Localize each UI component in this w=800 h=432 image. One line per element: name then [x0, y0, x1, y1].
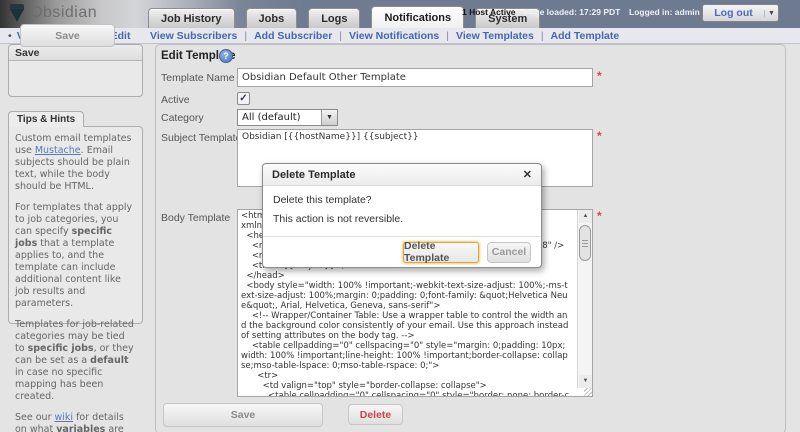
template-name-input[interactable]	[237, 68, 593, 87]
body-template-scrollbar[interactable]: ▲ ▼	[577, 210, 592, 388]
dropdown-arrow-icon: ▼	[321, 110, 337, 125]
page-loaded-label: Page loaded: 17:29 PDT	[524, 7, 620, 17]
tab-notifications[interactable]: Notifications	[371, 6, 464, 28]
close-icon[interactable]: ✕	[523, 168, 532, 181]
save-panel-title: Save	[9, 45, 142, 61]
category-label: Category	[161, 112, 204, 124]
delete-button[interactable]: Delete	[348, 404, 403, 425]
tip-link[interactable]: wiki	[55, 412, 74, 423]
chevron-down-icon: ▼	[764, 10, 778, 17]
subnav-links: View Subscribers | Add Subscriber | View…	[150, 30, 619, 42]
delete-template-dialog: Delete Template ✕ Delete this template? …	[262, 163, 542, 268]
link-add-subscriber[interactable]: Add Subscriber	[254, 30, 332, 42]
tip-text: specific jobs	[28, 343, 94, 354]
tips-panel: Custom email templates use Mustache. Ema…	[8, 126, 143, 324]
active-label: Active	[161, 94, 190, 106]
tips-panel-title: Tips & Hints	[8, 111, 84, 127]
scroll-up-icon[interactable]: ▲	[579, 210, 592, 223]
host-status: 1 Host Active	[462, 7, 516, 17]
tip-text: default	[90, 355, 128, 366]
save-panel: Save	[8, 44, 143, 97]
tip-link[interactable]: Mustache	[35, 145, 81, 156]
subject-template-label: Subject Template	[161, 132, 241, 144]
tip-text: See our	[15, 412, 55, 423]
dialog-header: Delete Template ✕	[263, 164, 541, 186]
template-name-label: Template Name	[161, 72, 235, 84]
category-selected-value: All (default)	[238, 112, 321, 123]
check-icon: ✓	[239, 93, 247, 104]
category-select[interactable]: All (default) ▼	[237, 109, 338, 126]
link-separator: |	[339, 30, 342, 42]
save-button[interactable]: Save	[163, 403, 323, 427]
bullet-icon: •	[8, 30, 12, 42]
tip-text: variables	[56, 424, 105, 432]
link-add-template[interactable]: Add Template	[551, 30, 620, 42]
tips-paragraph: See our wiki for details on what variabl…	[15, 412, 136, 432]
active-checkbox[interactable]: ✓	[237, 92, 250, 105]
logout-label: Log out	[703, 7, 764, 19]
logged-in-label: Logged in: admin	[629, 7, 700, 17]
link-separator: |	[541, 30, 544, 42]
scrollbar-thumb[interactable]	[579, 225, 591, 261]
tip-text: in case no specific mapping has been cre…	[15, 367, 103, 402]
tips-paragraph: Custom email templates use Mustache. Ema…	[15, 133, 136, 193]
cancel-button[interactable]: Cancel	[487, 242, 531, 263]
logout-button[interactable]: Log out ▼	[702, 4, 779, 22]
tips-paragraph: For templates that apply to job categori…	[15, 202, 136, 310]
tab-job-history[interactable]: Job History	[148, 8, 235, 28]
tab-jobs[interactable]: Jobs	[246, 8, 298, 28]
tab-logs[interactable]: Logs	[308, 8, 360, 28]
link-separator: |	[446, 30, 449, 42]
header-bar: Obsidian Job History Jobs Logs Notificat…	[0, 0, 800, 28]
app-name: Obsidian	[30, 4, 97, 22]
dialog-title: Delete Template	[272, 169, 523, 181]
sidebar-save-button[interactable]: Save	[20, 24, 115, 47]
confirm-delete-button[interactable]: Delete Template	[403, 242, 479, 263]
required-marker: *	[597, 209, 602, 223]
obsidian-logo-icon	[9, 4, 25, 23]
required-marker: *	[597, 129, 602, 143]
help-icon[interactable]: ?	[219, 49, 233, 63]
dialog-footer: Delete Template Cancel	[263, 236, 541, 267]
link-separator: |	[244, 30, 247, 42]
textarea-resize-grip-icon[interactable]	[584, 388, 593, 397]
link-view-subscribers[interactable]: View Subscribers	[150, 30, 237, 42]
link-view-notifications[interactable]: View Notifications	[349, 30, 439, 42]
dialog-message: Delete this template?	[273, 194, 372, 206]
subnav-bar: • View Templates > Edit View Subscribers…	[0, 28, 800, 44]
required-marker: *	[597, 69, 602, 83]
link-view-templates[interactable]: View Templates	[456, 30, 534, 42]
scroll-down-icon[interactable]: ▼	[579, 375, 592, 388]
tips-paragraph: Templates for job-related categories may…	[15, 319, 136, 403]
dialog-message: This action is not reversible.	[273, 213, 403, 225]
body-template-label: Body Template	[161, 212, 230, 224]
